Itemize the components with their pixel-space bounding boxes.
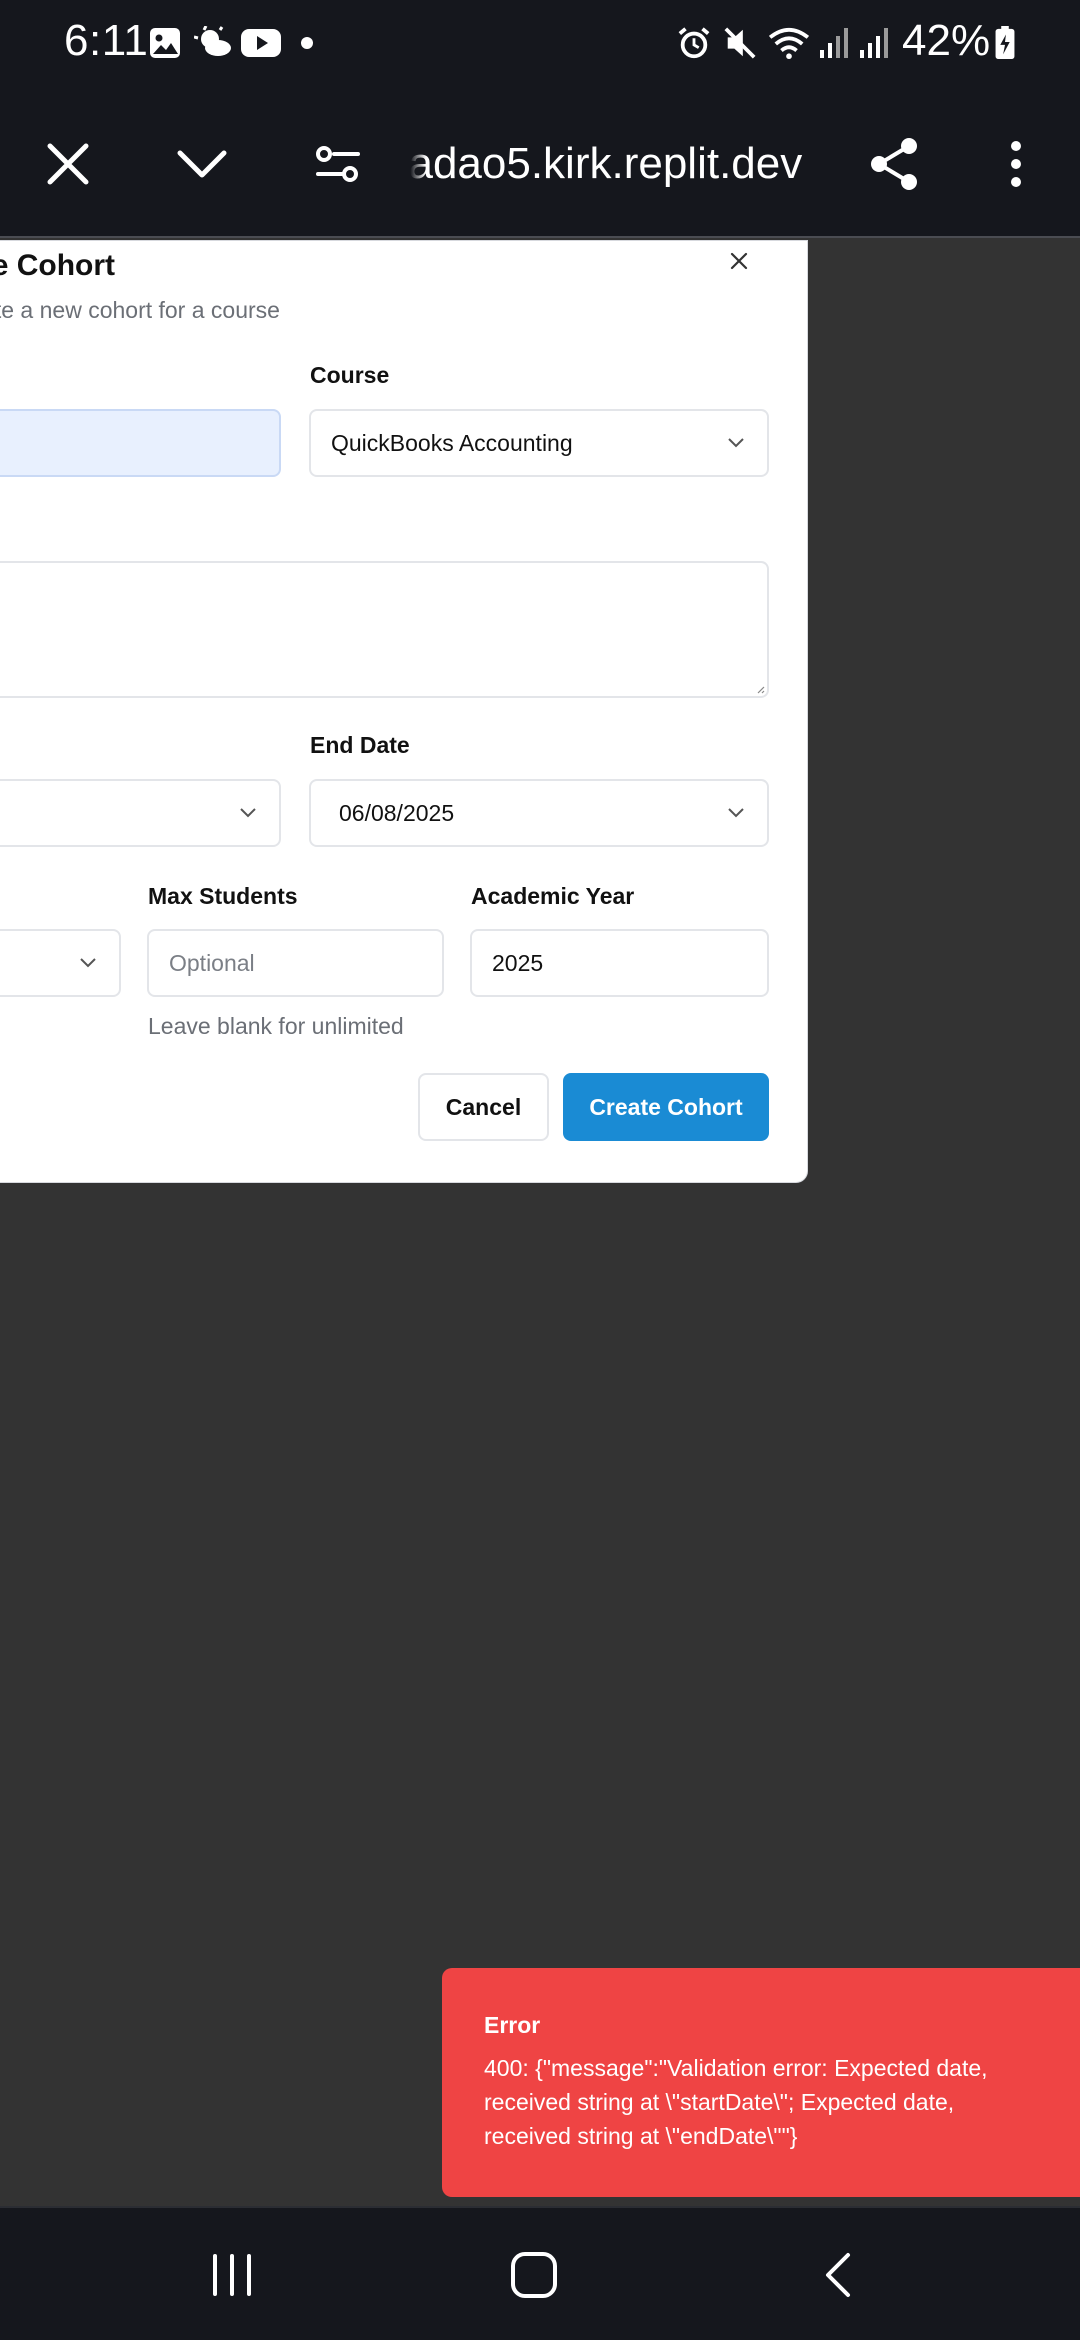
toast-message: 400: {"message":"Validation error: Expec… (484, 2055, 988, 2149)
close-tab-button[interactable] (30, 126, 106, 202)
url-text: qadao5.kirk.replit.dev (408, 139, 803, 188)
chevron-down-icon (728, 438, 744, 448)
end-date-value: 06/08/2025 (339, 799, 455, 826)
chevron-down-icon (80, 958, 96, 968)
battery-icon (995, 26, 1015, 60)
chevron-down-icon (240, 808, 256, 818)
back-button[interactable] (800, 2240, 876, 2310)
end-date-label: End Date (310, 732, 410, 758)
share-icon (871, 138, 917, 190)
course-select[interactable]: QuickBooks Accounting (309, 409, 769, 477)
signal-icon (860, 28, 888, 58)
status-time: 6:11 (64, 16, 149, 65)
max-students-hint: Leave blank for unlimited (148, 1013, 404, 1039)
chevron-down-icon (728, 808, 744, 818)
resize-handle-icon (757, 686, 765, 694)
academic-year-value: 2025 (492, 949, 544, 976)
toast-title: Error (484, 2012, 541, 2038)
url-fade (400, 128, 426, 198)
recent-apps-button[interactable] (194, 2240, 270, 2310)
course-label: Course (310, 362, 390, 388)
academic-year-input[interactable]: 2025 (470, 929, 769, 997)
youtube-icon (241, 29, 281, 57)
weather-icon (194, 26, 231, 56)
mute-icon (724, 27, 756, 59)
signal-icon (820, 28, 848, 58)
close-icon (47, 143, 89, 185)
tune-icon (316, 146, 360, 182)
course-select-value: QuickBooks Accounting (331, 429, 573, 456)
share-button[interactable] (856, 126, 932, 202)
academic-year-label: Academic Year (471, 883, 635, 909)
site-settings-button[interactable] (300, 126, 376, 202)
start-date-input[interactable] (0, 779, 281, 847)
alarm-icon (678, 27, 710, 59)
max-students-placeholder: Optional (169, 949, 255, 976)
cancel-button[interactable]: Cancel (418, 1073, 549, 1141)
cohort-name-input[interactable] (0, 409, 281, 477)
max-students-label: Max Students (148, 883, 298, 909)
description-textarea[interactable] (0, 561, 769, 698)
more-options-button[interactable] (978, 126, 1054, 202)
status-bar: 6:11 42% (0, 0, 1080, 88)
dialog-close-button[interactable] (719, 241, 759, 281)
dialog-title: Create Cohort (0, 249, 116, 282)
recent-apps-icon (213, 2254, 251, 2296)
wifi-icon (768, 27, 810, 60)
home-icon (511, 2252, 557, 2298)
create-cohort-button[interactable]: Create Cohort (563, 1073, 769, 1141)
create-cohort-dialog: Create Cohort Create a new cohort for a … (0, 240, 808, 1183)
browser-toolbar: qadao5.kirk.replit.dev (0, 88, 1080, 238)
url-bar[interactable]: qadao5.kirk.replit.dev (408, 132, 838, 196)
end-date-input[interactable]: 06/08/2025 (309, 779, 769, 847)
max-students-input[interactable]: Optional (147, 929, 444, 997)
battery-percentage: 42% (902, 16, 991, 65)
dot-icon (301, 37, 313, 49)
chevron-down-icon (177, 150, 227, 178)
close-icon (730, 252, 748, 270)
gallery-icon (150, 28, 180, 58)
system-nav-bar (0, 2206, 1080, 2340)
back-icon (826, 2253, 850, 2297)
home-button[interactable] (496, 2240, 572, 2310)
minimize-button[interactable] (164, 126, 240, 202)
error-toast[interactable]: Error 400: {"message":"Validation error:… (442, 1968, 1080, 2197)
status-select[interactable] (0, 929, 121, 997)
dialog-subtitle: Create a new cohort for a course (0, 297, 280, 323)
more-vertical-icon (1011, 141, 1021, 187)
